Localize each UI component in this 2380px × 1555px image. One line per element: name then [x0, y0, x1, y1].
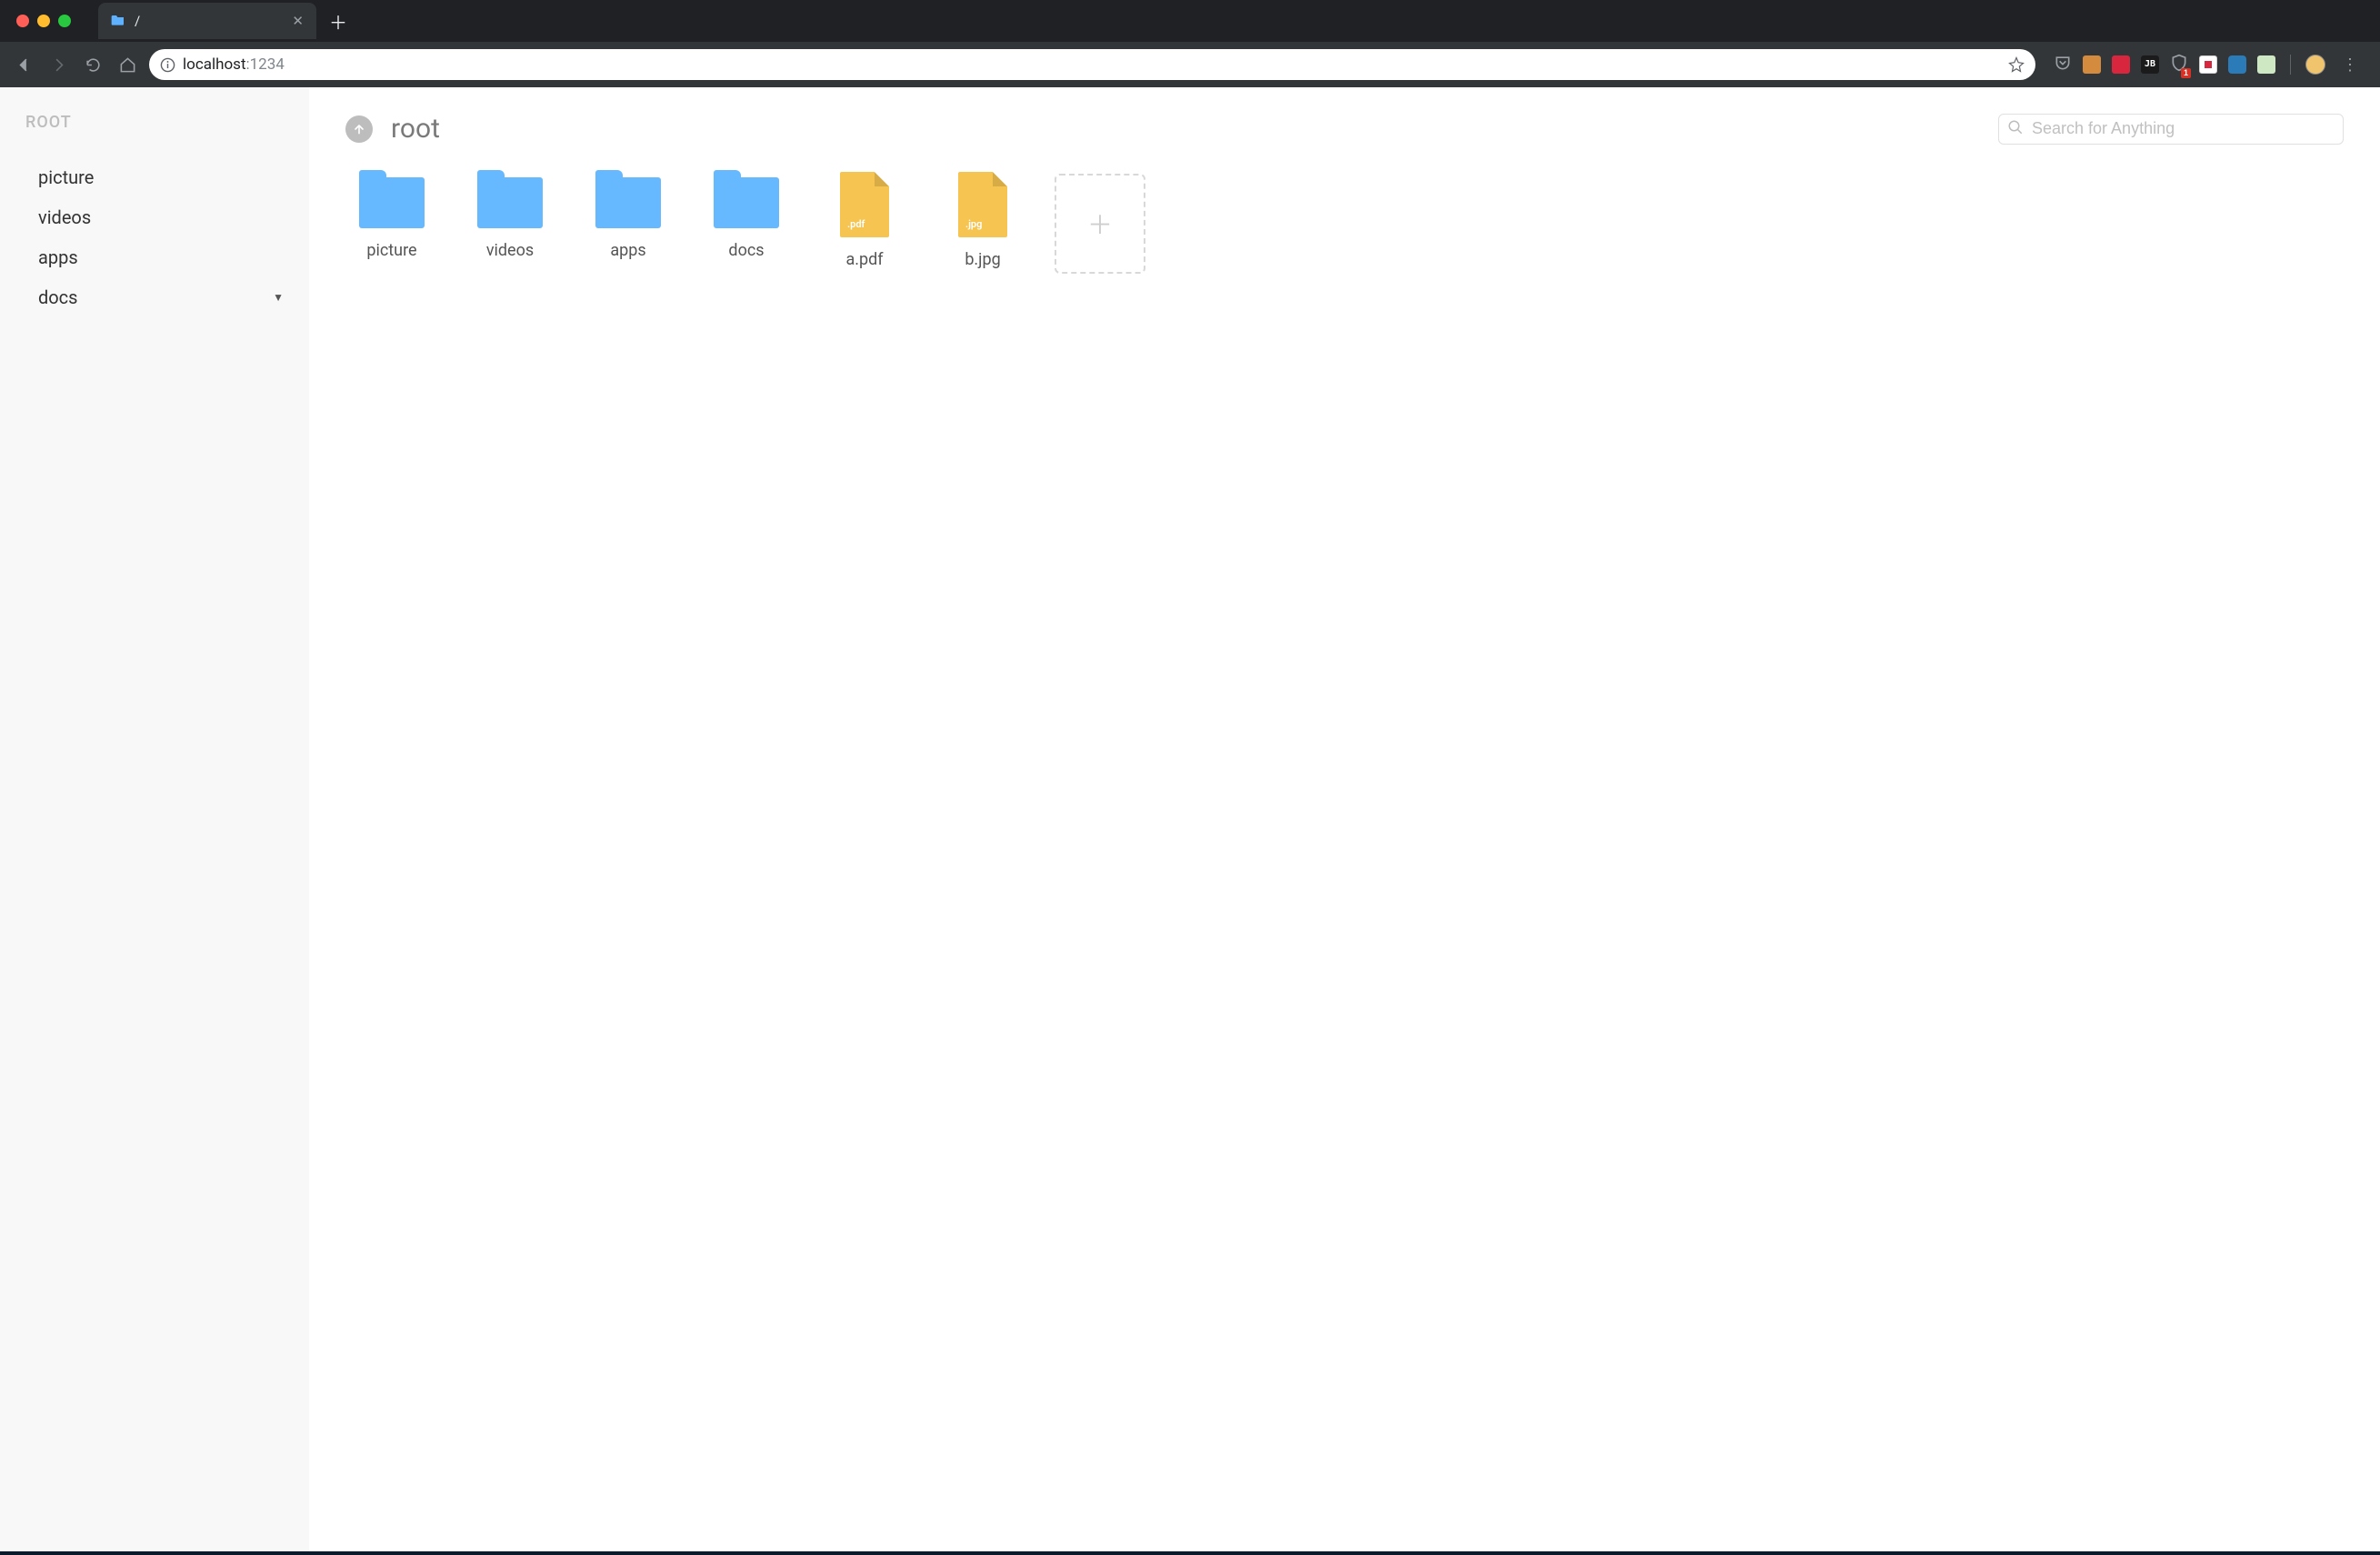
file-extension-badge: .pdf: [844, 215, 868, 234]
window-close-button[interactable]: [16, 15, 29, 27]
grid-folder[interactable]: docs: [700, 172, 793, 274]
file-icon: .jpg: [958, 172, 1007, 237]
extension-icon[interactable]: [2112, 55, 2130, 74]
sidebar-item-videos[interactable]: videos: [25, 197, 284, 237]
app: ROOT picture videos apps docs ▼ root: [0, 87, 2380, 1555]
folder-icon: [595, 177, 661, 228]
sidebar-item-picture[interactable]: picture: [25, 157, 284, 197]
grid-item-label: a.pdf: [845, 250, 883, 269]
browser-tab[interactable]: / ✕: [98, 3, 316, 39]
sidebar-item-label: videos: [38, 206, 91, 228]
pocket-extension-icon[interactable]: [2054, 54, 2072, 75]
extension-icon[interactable]: [2257, 55, 2275, 74]
home-button[interactable]: [115, 52, 140, 77]
extension-icon[interactable]: [2228, 55, 2246, 74]
folder-icon: [477, 177, 543, 228]
extension-icon[interactable]: [2083, 55, 2101, 74]
grid-item-label: docs: [728, 241, 764, 260]
search-icon: [2007, 119, 2024, 139]
sidebar-item-label: picture: [38, 166, 94, 188]
site-info-icon[interactable]: [160, 57, 175, 73]
file-icon: .pdf: [840, 172, 889, 237]
sidebar-item-label: docs: [38, 286, 77, 308]
extension-icon[interactable]: [2199, 55, 2217, 74]
breadcrumb: root: [391, 113, 440, 145]
window-minimize-button[interactable]: [37, 15, 50, 27]
back-button[interactable]: [11, 52, 36, 77]
sidebar-root-label: ROOT: [25, 113, 284, 132]
toolbar-divider: [2290, 55, 2291, 75]
window-zoom-button[interactable]: [58, 15, 71, 27]
up-one-level-button[interactable]: [345, 115, 373, 143]
tab-title: /: [135, 13, 283, 29]
folder-icon: [359, 177, 425, 228]
bookmark-star-icon[interactable]: [2008, 56, 2025, 73]
grid-item-label: apps: [610, 241, 645, 260]
file-extension-badge: .jpg: [962, 215, 985, 234]
url-host: localhost: [183, 55, 246, 74]
main-header: root: [345, 113, 2344, 145]
grid-folder[interactable]: apps: [582, 172, 675, 274]
add-new-button[interactable]: ＋: [1055, 174, 1145, 274]
grid-folder[interactable]: videos: [464, 172, 556, 274]
grid-file[interactable]: .pdf a.pdf: [818, 172, 911, 274]
address-bar[interactable]: localhost :1234: [149, 49, 2035, 80]
url-port: :1234: [246, 55, 285, 74]
browser-toolbar: localhost :1234 JB 1 ⋮: [0, 42, 2380, 87]
sidebar-item-label: apps: [38, 246, 78, 268]
sidebar-item-docs[interactable]: docs ▼: [25, 277, 284, 317]
tab-bar: / ✕ ＋: [0, 0, 2380, 42]
search-wrap: [1998, 114, 2344, 145]
grid-folder[interactable]: picture: [345, 172, 438, 274]
badge-count: 1: [2181, 68, 2191, 78]
folder-icon: [714, 177, 779, 228]
grid-item-label: b.jpg: [965, 250, 1000, 269]
grid-file[interactable]: .jpg b.jpg: [936, 172, 1029, 274]
forward-button[interactable]: [45, 52, 71, 77]
browser-chrome: / ✕ ＋ localhost :1234: [0, 0, 2380, 87]
extension-icon[interactable]: JB: [2141, 55, 2159, 74]
browser-menu-icon[interactable]: ⋮: [2336, 55, 2364, 75]
shield-extension-icon[interactable]: 1: [2170, 54, 2188, 75]
grid-item-label: picture: [366, 241, 416, 260]
tab-close-icon[interactable]: ✕: [292, 13, 304, 29]
window-controls: [16, 15, 71, 27]
reload-button[interactable]: [80, 52, 105, 77]
sidebar: ROOT picture videos apps docs ▼: [0, 87, 309, 1551]
sidebar-item-apps[interactable]: apps: [25, 237, 284, 277]
search-input[interactable]: [1998, 114, 2344, 145]
folder-icon: [111, 13, 125, 29]
plus-icon: ＋: [1087, 206, 1113, 242]
profile-avatar[interactable]: [2305, 55, 2325, 75]
file-grid: picture videos apps docs .pdf a.pdf: [345, 172, 2344, 274]
extension-icons: JB 1 ⋮: [2045, 54, 2369, 75]
grid-item-label: videos: [486, 241, 534, 260]
main-panel: root picture videos apps: [309, 87, 2380, 1551]
chevron-down-icon[interactable]: ▼: [273, 291, 284, 304]
new-tab-button[interactable]: ＋: [325, 8, 351, 34]
